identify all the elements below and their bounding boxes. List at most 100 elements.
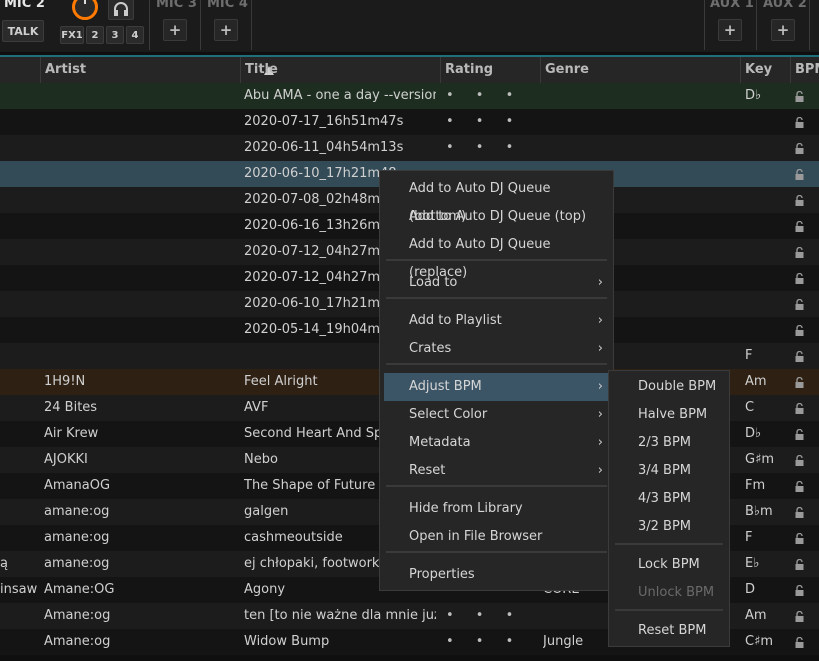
row-artist: 24 Bites [44, 400, 98, 415]
table-row[interactable]: 2020-07-17_16h51m47s • • • • • [0, 109, 819, 135]
bpm-lock-icon[interactable] [794, 351, 805, 362]
menu-item-halve-bpm[interactable]: Halve BPM [613, 401, 725, 429]
menu-item-reset-bpm[interactable]: Reset BPM [613, 617, 725, 645]
row-rating: • • • • • [446, 88, 536, 103]
menu-item-reset[interactable]: Reset › [384, 457, 609, 485]
bpm-lock-icon[interactable] [794, 559, 805, 570]
row-prev-column-text [0, 525, 38, 551]
bpm-lock-icon[interactable] [794, 403, 805, 414]
talk-button[interactable]: TALK [2, 20, 44, 42]
menu-item-label: Adjust BPM [409, 379, 482, 394]
row-prev-column-text [0, 317, 38, 343]
row-artist: Amane:OG [44, 582, 115, 597]
column-header-title[interactable]: Title [240, 57, 440, 83]
fx3-button[interactable]: 3 [106, 26, 124, 44]
menu-item-three-halves-bpm[interactable]: 3/2 BPM [613, 513, 725, 541]
bpm-lock-icon[interactable] [794, 611, 805, 622]
bpm-lock-icon[interactable] [794, 507, 805, 518]
row-key: E♭ [745, 556, 760, 571]
bpm-lock-icon[interactable] [794, 169, 805, 180]
column-header-rating[interactable]: Rating [440, 57, 540, 83]
bpm-lock-icon[interactable] [794, 533, 805, 544]
bpm-lock-icon[interactable] [794, 325, 805, 336]
menu-item-add-to-playlist[interactable]: Add to Playlist › [384, 307, 609, 335]
row-artist [44, 239, 234, 265]
mic3-add-button[interactable]: + [163, 19, 187, 41]
menu-item-crates[interactable]: Crates › [384, 335, 609, 363]
row-artist [44, 317, 234, 343]
menu-item-double-bpm[interactable]: Double BPM [613, 373, 725, 401]
menu-item-metadata[interactable]: Metadata › [384, 429, 609, 457]
row-title: Widow Bump [244, 634, 330, 649]
column-header-artist[interactable]: Artist [40, 57, 274, 83]
bpm-lock-icon[interactable] [794, 221, 805, 232]
bpm-lock-icon[interactable] [794, 637, 805, 648]
bpm-lock-icon[interactable] [794, 117, 805, 128]
headphone-icon [114, 2, 128, 16]
row-artist: AmanaOG [44, 478, 111, 493]
menu-separator [615, 543, 723, 545]
bpm-lock-icon[interactable] [794, 429, 805, 440]
row-prev-column-text [0, 603, 38, 629]
menu-item-add-autodj-replace[interactable]: Add to Auto DJ Queue (replace) [384, 231, 609, 280]
mic4-add-button[interactable]: + [214, 19, 238, 41]
fx1-button[interactable]: FX1 [60, 26, 84, 44]
row-prev-column-text [0, 369, 38, 395]
bpm-lock-icon[interactable] [794, 143, 805, 154]
bpm-lock-icon[interactable] [794, 481, 805, 492]
bpm-lock-icon[interactable] [794, 585, 805, 596]
bpm-lock-icon[interactable] [794, 455, 805, 466]
menu-item-add-autodj-bottom[interactable]: Add to Auto DJ Queue (bottom) [384, 175, 609, 224]
row-prev-column-text [0, 187, 38, 213]
column-header-bpm[interactable]: BPM [790, 57, 819, 83]
menu-item-two-thirds-bpm[interactable]: 2/3 BPM [613, 429, 725, 457]
menu-item-add-autodj-top[interactable]: Add to Auto DJ Queue (top) [384, 203, 609, 231]
table-row[interactable]: 2020-06-11_04h54m13s • • • • • [0, 135, 819, 161]
aux2-add-button[interactable]: + [771, 19, 795, 41]
column-header-genre[interactable]: Genre [540, 57, 740, 83]
menu-item-four-thirds-bpm[interactable]: 4/3 BPM [613, 485, 725, 513]
chevron-right-icon: › [597, 341, 603, 356]
row-prev-column-text [0, 395, 38, 421]
row-key: F [745, 348, 753, 363]
row-title: Abu AMA - one a day --version... [244, 88, 436, 103]
row-prev-column-text: insaw [0, 582, 38, 597]
menu-item-load-to[interactable]: Load to › [384, 269, 609, 297]
menu-item-open-in-file-browser[interactable]: Open in File Browser [384, 523, 609, 551]
menu-item-three-quarters-bpm[interactable]: 3/4 BPM [613, 457, 725, 485]
bpm-lock-icon[interactable] [794, 273, 805, 284]
headphone-button[interactable] [108, 0, 134, 20]
menu-item-label: Add to Playlist [409, 313, 502, 328]
menu-item-label: Select Color [409, 407, 488, 422]
row-artist [44, 291, 234, 317]
row-key: G♯m [745, 452, 775, 467]
mic4-title: MIC 4 [207, 0, 248, 11]
row-title: ten [to nie ważne dla mnie już... [244, 608, 436, 623]
aux1-add-button[interactable]: + [718, 19, 742, 41]
mic2-gain-knob[interactable] [72, 0, 98, 20]
row-key: F [745, 530, 753, 545]
menu-item-lock-bpm[interactable]: Lock BPM [613, 551, 725, 579]
table-row[interactable]: Abu AMA - one a day --version... • • • • … [0, 83, 819, 109]
fx4-button[interactable]: 4 [126, 26, 144, 44]
bpm-lock-icon[interactable] [794, 91, 805, 102]
adjust-bpm-submenu: Double BPM Halve BPM 2/3 BPM 3/4 BPM 4/3 BPM… [608, 370, 730, 647]
menu-item-hide-from-library[interactable]: Hide from Library [384, 495, 609, 523]
menu-item-label: Metadata [409, 435, 471, 450]
menu-item-label: Reset [409, 463, 446, 478]
bpm-lock-icon[interactable] [794, 195, 805, 206]
row-key: Fm [745, 478, 766, 493]
bpm-lock-icon[interactable] [794, 299, 805, 310]
row-artist: amane:og [44, 504, 110, 519]
menu-item-properties[interactable]: Properties [384, 561, 609, 589]
row-key [745, 161, 789, 187]
menu-item-adjust-bpm[interactable]: Adjust BPM › [384, 373, 609, 401]
fx2-button[interactable]: 2 [86, 26, 104, 44]
bpm-lock-icon[interactable] [794, 247, 805, 258]
bpm-lock-icon[interactable] [794, 377, 805, 388]
column-header-key[interactable]: Key [740, 57, 790, 83]
row-artist: 1H9!N [44, 374, 86, 389]
menu-item-select-color[interactable]: Select Color › [384, 401, 609, 429]
row-key [745, 187, 789, 213]
row-artist [44, 135, 234, 161]
